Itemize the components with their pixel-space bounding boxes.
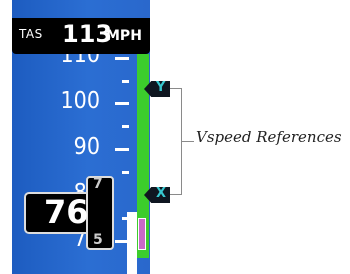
tick-major — [115, 102, 129, 105]
airspeed-current-value: 76 — [44, 193, 89, 231]
tas-label: TAS — [19, 27, 43, 41]
vspeed-references-callout: Vspeed References — [196, 128, 342, 146]
vy-bug-label: Y — [156, 80, 166, 95]
tas-readout: TAS 113 MPH — [12, 18, 150, 54]
scale-label-90: 90 — [73, 134, 100, 160]
tas-unit: MPH — [106, 28, 142, 44]
drum-digit-upper: 7 — [93, 176, 103, 192]
callout-bracket-leader — [182, 141, 194, 142]
vx-bug-label: X — [156, 186, 167, 201]
airspeed-trend-vector — [138, 218, 146, 250]
tick-major — [115, 57, 129, 60]
tick-major — [115, 148, 129, 151]
callout-bracket-bottom — [170, 194, 182, 195]
tas-value: 113 — [62, 20, 113, 48]
flap-range-band — [127, 212, 137, 274]
tick-minor — [122, 80, 129, 83]
drum-digit-lower: 5 — [93, 232, 103, 248]
scale-label-100: 100 — [60, 88, 101, 114]
tick-minor — [122, 125, 129, 128]
tick-minor — [122, 171, 129, 174]
